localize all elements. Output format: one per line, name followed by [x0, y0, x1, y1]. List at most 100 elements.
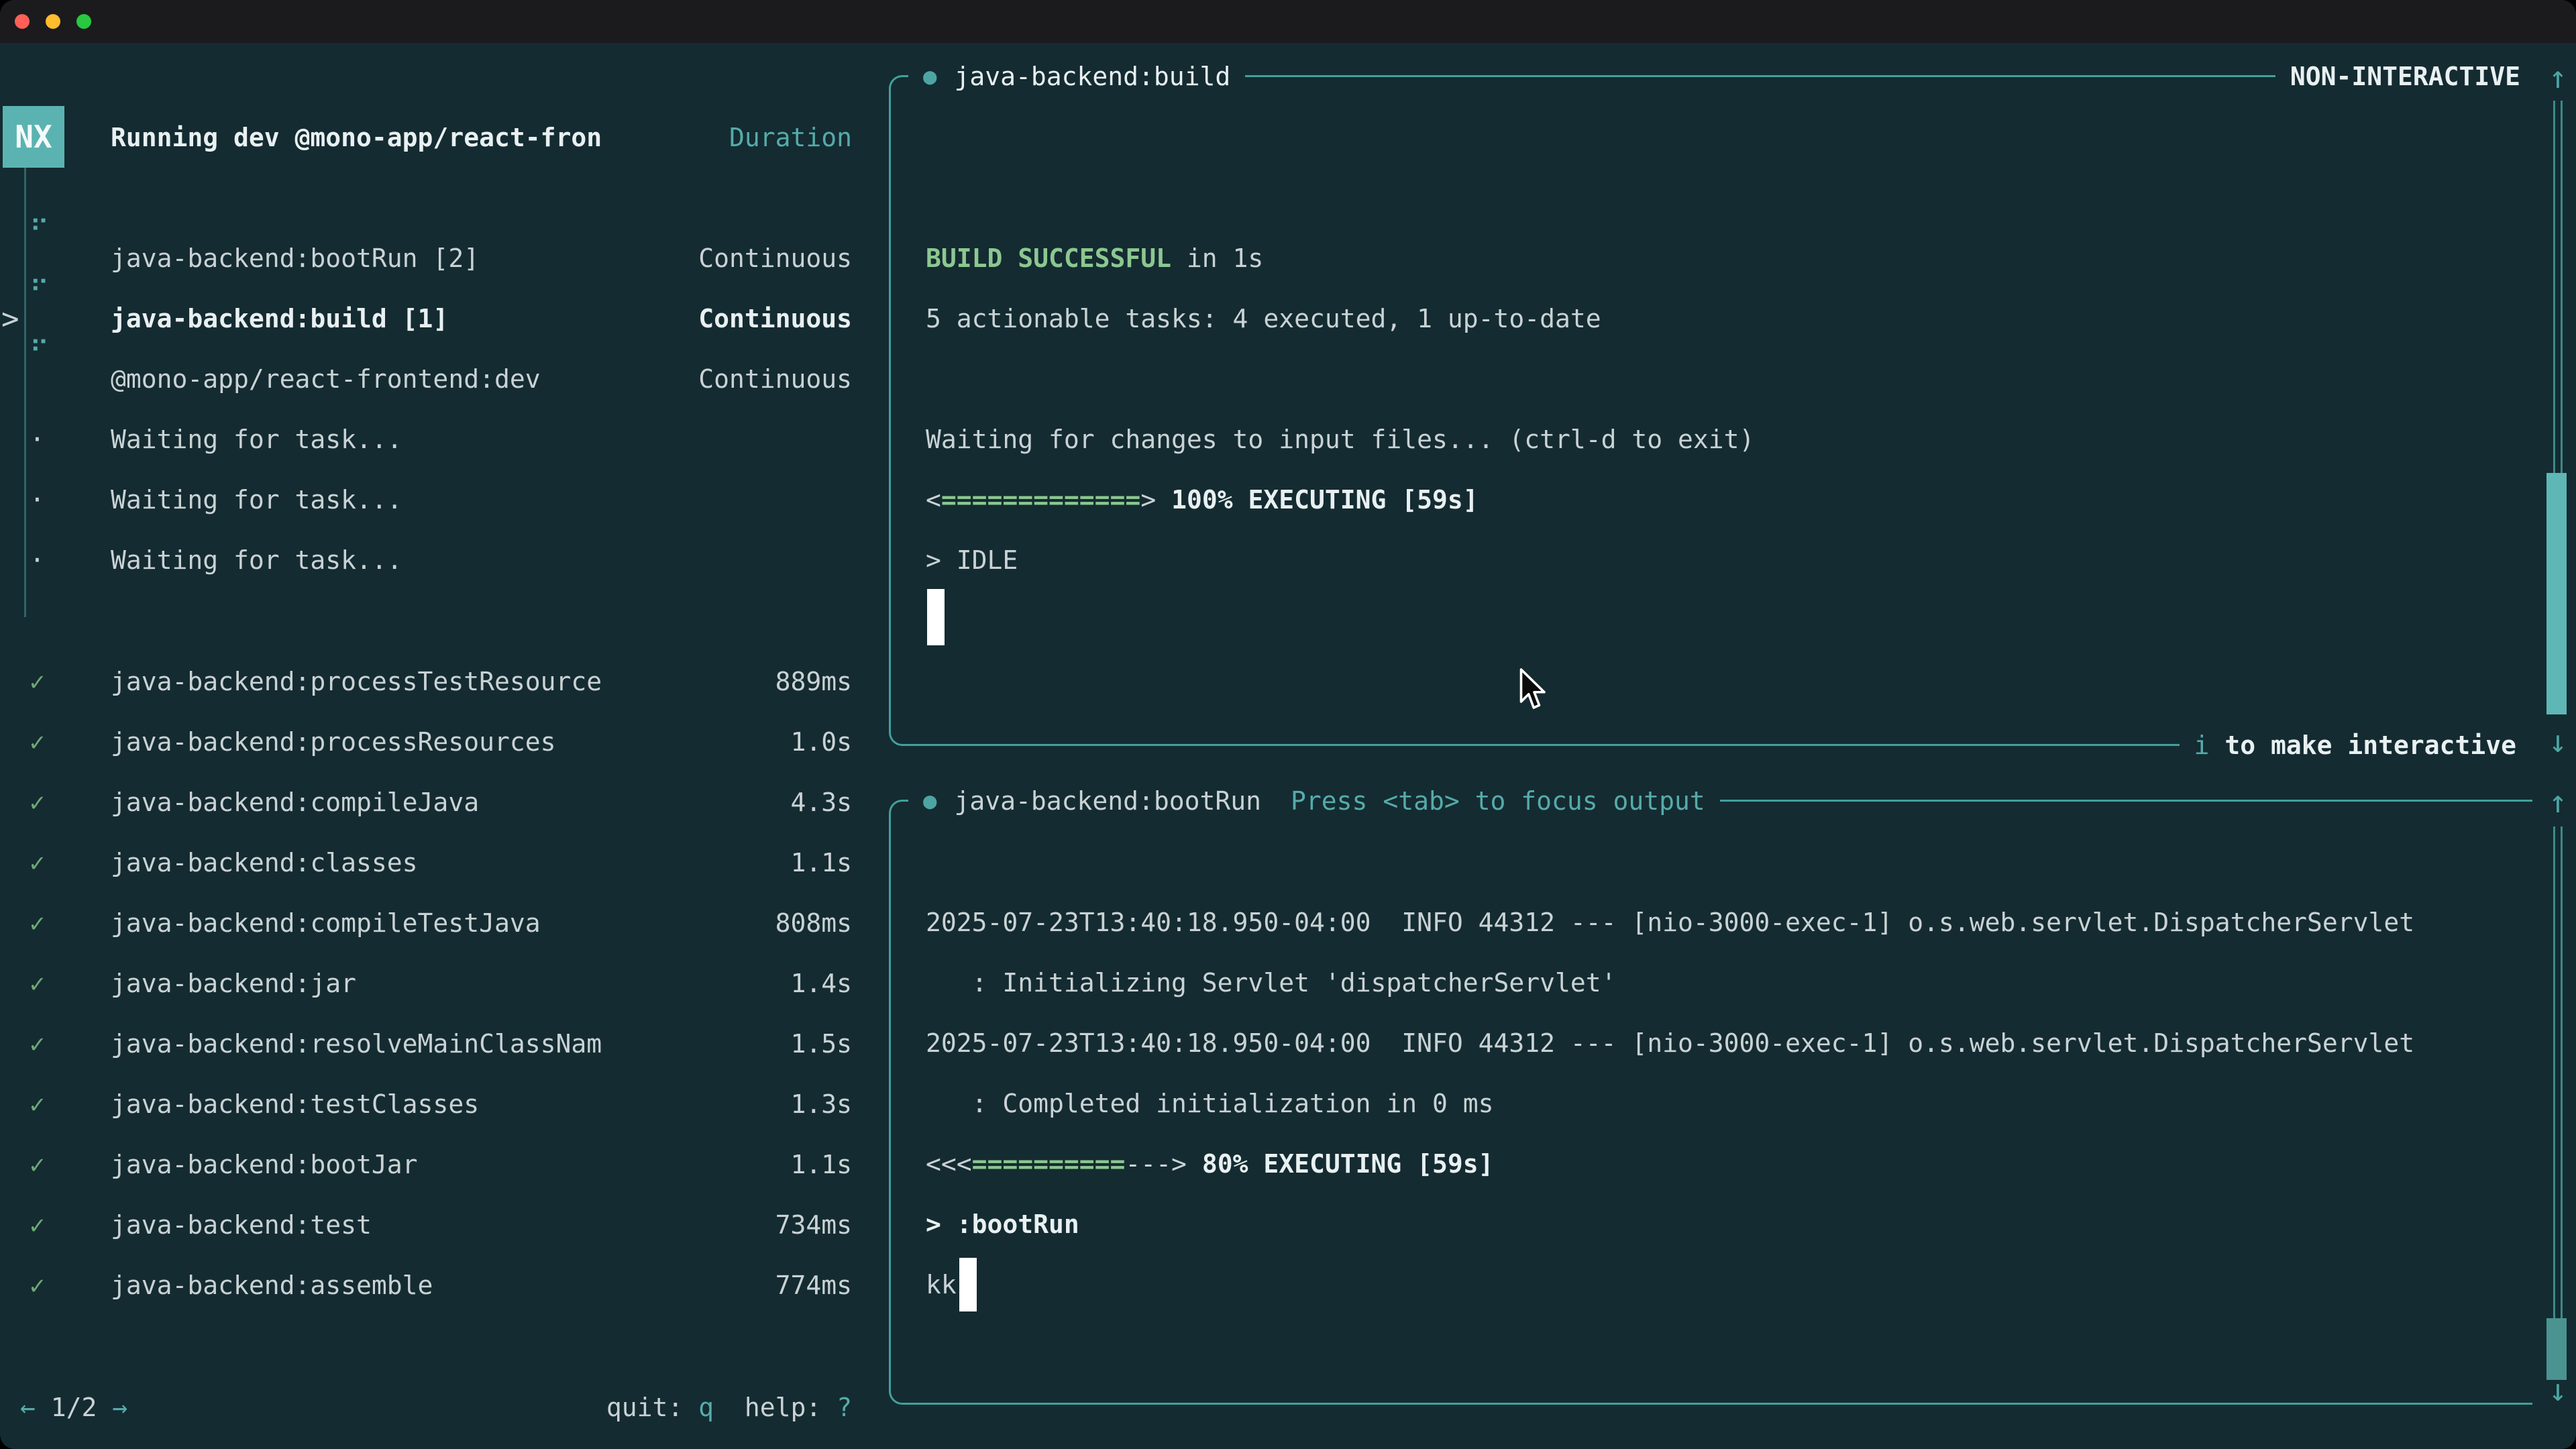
check-icon: ✓	[30, 908, 45, 938]
noninteractive-badge: NON-INTERACTIVE	[2275, 55, 2543, 98]
sidebar-footer: ← 1/2 → quit: q help: ?	[0, 1377, 872, 1438]
idle-status-line: > IDLE	[926, 530, 1018, 590]
progress-close-bracket: >	[1140, 485, 1156, 515]
bootrun-pane-title: java-backend:bootRun	[954, 786, 1261, 816]
waiting-task-row: · Waiting for task...	[0, 409, 872, 470]
task-row-bootrun[interactable]: ⠋ java-backend:bootRun [2] Continuous	[0, 228, 872, 288]
scrollbar-track[interactable]	[2553, 826, 2563, 1318]
bullet-icon: ·	[30, 545, 45, 575]
task-name: java-backend:testClasses	[111, 1089, 479, 1119]
build-success-text: BUILD SUCCESSFUL	[926, 244, 1171, 273]
scrollbar-track[interactable]	[2553, 101, 2563, 473]
scroll-down-arrow[interactable]: ↓	[2540, 723, 2576, 759]
task-name: java-backend:compileJava	[111, 788, 479, 817]
spinner-icon: ⠋	[30, 217, 49, 244]
task-row-build[interactable]: ⠋ java-backend:build [1] Continuous	[0, 288, 872, 349]
help-hints: quit: q help: ?	[606, 1393, 852, 1422]
completed-task-row[interactable]: ✓ java-backend:classes 1.1s	[0, 833, 872, 893]
mouse-cursor	[1517, 667, 1547, 714]
bullet-icon: ·	[30, 425, 45, 454]
terminal-window: NX Running dev @mono-app/react-fron Dura…	[0, 0, 2576, 1449]
zoom-button[interactable]	[76, 14, 91, 29]
completed-task-row[interactable]: ✓ java-backend:processResources 1.0s	[0, 712, 872, 772]
completed-task-row[interactable]: ✓ java-backend:assemble 774ms	[0, 1255, 872, 1316]
task-name: java-backend:bootRun [2]	[111, 244, 479, 273]
scroll-up-arrow[interactable]: ↑	[2540, 784, 2576, 820]
terminal-cursor	[927, 589, 945, 645]
task-duration: 4.3s	[790, 788, 852, 817]
scroll-up-arrow[interactable]: ↑	[2540, 59, 2576, 95]
completed-task-row[interactable]: ✓ java-backend:processTestResource 889ms	[0, 651, 872, 712]
progress-label: 80% EXECUTING [59s]	[1202, 1149, 1494, 1179]
log-line: 2025-07-23T13:40:18.950-04:00 INFO 44312…	[926, 892, 2414, 953]
prev-page-arrow[interactable]: ←	[20, 1393, 36, 1422]
scroll-down-arrow[interactable]: ↓	[2540, 1372, 2576, 1408]
task-name: java-backend:build [1]	[111, 304, 448, 333]
completed-task-row[interactable]: ✓ java-backend:testClasses 1.3s	[0, 1074, 872, 1134]
check-icon: ✓	[30, 1210, 45, 1240]
next-page-arrow[interactable]: →	[112, 1393, 127, 1422]
check-icon: ✓	[30, 1089, 45, 1119]
task-row-frontend-dev[interactable]: ⠋ @mono-app/react-frontend:dev Continuou…	[0, 349, 872, 409]
task-duration: 1.0s	[790, 727, 852, 757]
check-icon: ✓	[30, 1150, 45, 1179]
task-duration: 1.1s	[790, 848, 852, 877]
task-name: java-backend:assemble	[111, 1271, 433, 1300]
task-name: java-backend:jar	[111, 969, 356, 998]
task-duration: 889ms	[775, 667, 852, 696]
check-icon: ✓	[30, 1271, 45, 1300]
task-dot-icon: ●	[923, 63, 936, 90]
close-button[interactable]	[15, 14, 30, 29]
bootrun-pane-title-group: ● java-backend:bootRun Press <tab> to focu…	[908, 780, 1720, 822]
bullet-icon: ·	[30, 485, 45, 515]
focus-output-hint: Press <tab> to focus output	[1291, 786, 1705, 816]
task-name: java-backend:processResources	[111, 727, 555, 757]
typed-input-line[interactable]: kk	[926, 1254, 977, 1315]
completed-task-row[interactable]: ✓ java-backend:compileTestJava 808ms	[0, 893, 872, 953]
help-key: ?	[837, 1393, 852, 1422]
page-title: Running dev @mono-app/react-fron	[111, 123, 602, 152]
task-status: Continuous	[698, 364, 852, 394]
task-duration: 734ms	[775, 1210, 852, 1240]
check-icon: ✓	[30, 727, 45, 757]
completed-task-row[interactable]: ✓ java-backend:test 734ms	[0, 1195, 872, 1255]
task-duration: 808ms	[775, 908, 852, 938]
task-duration: 1.4s	[790, 969, 852, 998]
completed-task-row[interactable]: ✓ java-backend:resolveMainClassNam 1.5s	[0, 1014, 872, 1074]
minimize-button[interactable]	[46, 14, 60, 29]
log-line: 2025-07-23T13:40:18.950-04:00 INFO 44312…	[926, 1013, 2414, 1073]
waiting-label: Waiting for task...	[111, 425, 402, 454]
task-duration: 1.3s	[790, 1089, 852, 1119]
completed-task-row[interactable]: ✓ java-backend:jar 1.4s	[0, 953, 872, 1014]
progress-close-bracket: --->	[1125, 1149, 1187, 1179]
task-name: java-backend:processTestResource	[111, 667, 602, 696]
actionable-tasks-line: 5 actionable tasks: 4 executed, 1 up-to-…	[926, 288, 1601, 349]
task-duration: 1.5s	[790, 1029, 852, 1059]
task-name: @mono-app/react-frontend:dev	[111, 364, 541, 394]
scrollbar-thumb[interactable]	[2546, 1318, 2567, 1380]
check-icon: ✓	[30, 969, 45, 998]
check-icon: ✓	[30, 667, 45, 696]
task-dot-icon: ●	[923, 788, 936, 814]
log-line: : Completed initialization in 0 ms	[926, 1073, 1493, 1134]
spinner-icon: ⠋	[30, 338, 49, 365]
scrollbar-thumb[interactable]	[2546, 473, 2567, 714]
build-pane-title: java-backend:build	[954, 62, 1230, 91]
typed-text: kk	[926, 1270, 957, 1299]
task-name: java-backend:bootJar	[111, 1150, 418, 1179]
interactive-hint: i to make interactive	[2180, 724, 2543, 767]
completed-task-row[interactable]: ✓ java-backend:bootJar 1.1s	[0, 1134, 872, 1195]
build-progress-bar: <=============> 100% EXECUTING [59s]	[926, 470, 1479, 530]
waiting-task-row: · Waiting for task...	[0, 470, 872, 530]
progress-label: 100% EXECUTING [59s]	[1171, 485, 1479, 515]
task-duration: 774ms	[775, 1271, 852, 1300]
check-icon: ✓	[30, 788, 45, 817]
build-success-line: BUILD SUCCESSFUL in 1s	[926, 228, 1263, 288]
completed-task-row[interactable]: ✓ java-backend:compileJava 4.3s	[0, 772, 872, 833]
waiting-label: Waiting for task...	[111, 545, 402, 575]
interactive-hint-key: i	[2194, 731, 2210, 760]
build-pane-title-group: ● java-backend:build	[908, 55, 1245, 98]
task-name: java-backend:classes	[111, 848, 418, 877]
bootrun-command-line: > :bootRun	[926, 1194, 1079, 1254]
waiting-label: Waiting for task...	[111, 485, 402, 515]
